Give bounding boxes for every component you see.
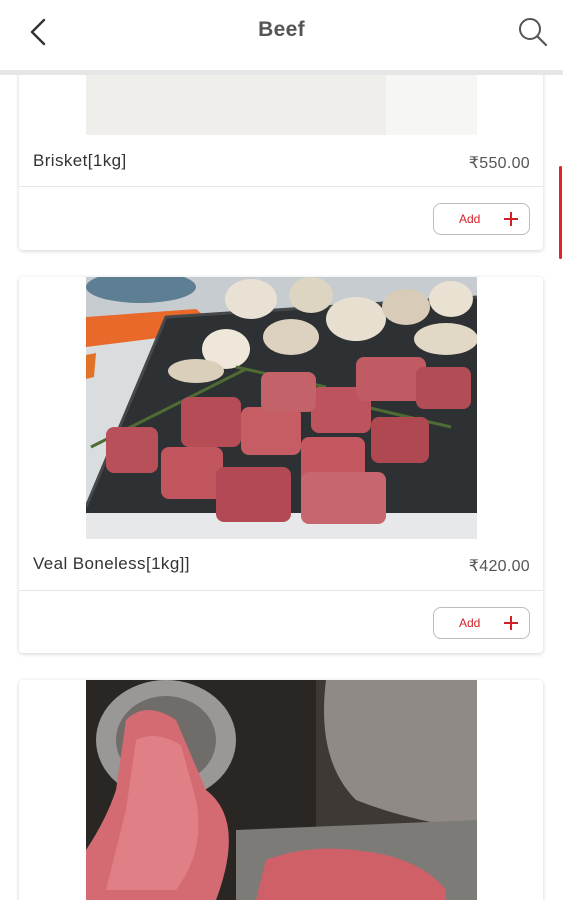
search-button[interactable] bbox=[513, 12, 553, 52]
product-image bbox=[86, 75, 477, 135]
plus-icon bbox=[504, 212, 518, 226]
product-image bbox=[86, 680, 477, 900]
product-name: Veal Boneless[1kg]] bbox=[33, 554, 190, 573]
product-image bbox=[86, 277, 477, 539]
product-card[interactable]: Veal Boneless[1kg]] ₹420.00 Add bbox=[19, 277, 543, 653]
product-card[interactable]: Brisket[1kg] ₹550.00 Add bbox=[19, 75, 543, 250]
page-title: Beef bbox=[258, 18, 305, 41]
scrollbar[interactable] bbox=[559, 166, 562, 259]
divider bbox=[19, 186, 543, 187]
add-to-cart-button[interactable]: Add bbox=[433, 203, 530, 235]
search-icon bbox=[519, 18, 548, 47]
divider bbox=[19, 590, 543, 591]
add-to-cart-button[interactable]: Add bbox=[433, 607, 530, 639]
add-button-label: Add bbox=[459, 212, 481, 226]
product-card[interactable] bbox=[19, 680, 543, 900]
plus-icon bbox=[504, 616, 518, 630]
product-price: ₹550.00 bbox=[468, 155, 530, 172]
product-list: Brisket[1kg] ₹550.00 Add Veal Boneless[1… bbox=[0, 75, 563, 900]
app-header: Beef bbox=[0, 0, 563, 75]
product-name: Brisket[1kg] bbox=[33, 151, 127, 170]
add-button-label: Add bbox=[459, 616, 481, 630]
product-price: ₹420.00 bbox=[468, 558, 530, 575]
